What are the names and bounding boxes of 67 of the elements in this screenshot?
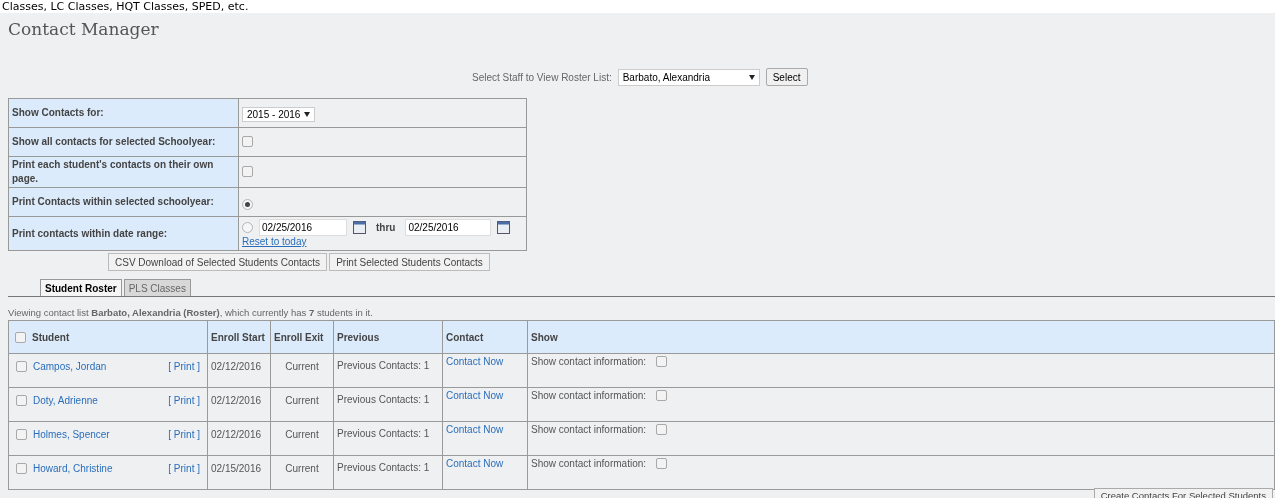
checkbox[interactable] bbox=[656, 424, 668, 435]
column-header: Show bbox=[531, 331, 558, 343]
previous-cell-text: Previous Contacts: 1 bbox=[337, 461, 431, 475]
enroll-start-cell-text: 02/12/2016 bbox=[211, 428, 263, 442]
schoolyear-select[interactable]: 2015 - 2016 bbox=[242, 107, 316, 122]
radio-button[interactable] bbox=[242, 222, 253, 233]
option-label: Print each student's contacts on their own page. bbox=[8, 156, 239, 188]
checkbox[interactable] bbox=[656, 458, 668, 469]
column-header: Contact bbox=[446, 331, 484, 343]
enroll-start-cell-text: 02/15/2016 bbox=[211, 462, 263, 476]
row-checkbox[interactable] bbox=[16, 361, 27, 372]
print-link[interactable]: [ Print ] bbox=[168, 427, 200, 442]
caret-icon bbox=[748, 74, 755, 80]
staff-label: Select Staff to View Roster List: bbox=[472, 70, 612, 85]
date-field[interactable]: 02/25/2016 bbox=[259, 219, 347, 236]
page-title: Contact Manager bbox=[8, 18, 160, 41]
top-text: Classes, LC Classes, HQT Classes, SPED, etc. bbox=[1, 0, 250, 13]
enroll-exit-cell-text: Current bbox=[284, 360, 320, 374]
enroll-exit-cell-text: Current bbox=[284, 394, 320, 408]
summary-text: Viewing contact list Barbato, Alexandria (Roster), which currently has 7 students in it. bbox=[8, 306, 374, 320]
student-link[interactable]: Holmes, Spencer bbox=[33, 427, 110, 442]
option-label: Show all contacts for selected Schoolyear: bbox=[8, 127, 239, 157]
action-button[interactable]: Print Selected Students Contacts bbox=[329, 253, 490, 271]
previous-cell-text: Previous Contacts: 1 bbox=[337, 427, 431, 441]
date-field[interactable]: 02/25/2016 bbox=[405, 219, 492, 236]
previous-cell-text: Previous Contacts: 1 bbox=[337, 359, 431, 373]
option-label: Show Contacts for: bbox=[8, 98, 239, 128]
caret-icon bbox=[304, 112, 311, 117]
print-link[interactable]: [ Print ] bbox=[168, 359, 200, 374]
column-header: Previous bbox=[337, 331, 380, 343]
row-checkbox[interactable] bbox=[16, 395, 27, 406]
enroll-exit-cell-text: Current bbox=[284, 462, 320, 476]
show-label: Show contact information: bbox=[531, 355, 647, 369]
show-label: Show contact information: bbox=[531, 389, 647, 403]
thru-label: thru bbox=[376, 221, 396, 235]
reset-link[interactable]: Reset to today bbox=[242, 236, 307, 248]
staff-select[interactable]: Barbato, Alexandria bbox=[617, 68, 760, 86]
student-link[interactable]: Howard, Christine bbox=[33, 461, 113, 476]
column-header: Enroll Exit bbox=[274, 331, 324, 343]
select-button[interactable]: Select bbox=[765, 68, 808, 86]
action-button[interactable]: CSV Download of Selected Students Contacts bbox=[108, 253, 328, 271]
student-link[interactable]: Doty, Adrienne bbox=[33, 393, 98, 408]
show-label: Show contact information: bbox=[531, 423, 647, 437]
enroll-start-cell-text: 02/12/2016 bbox=[211, 394, 263, 408]
calendar-icon[interactable] bbox=[497, 221, 511, 234]
checkbox[interactable] bbox=[242, 166, 253, 177]
calendar-icon[interactable] bbox=[353, 221, 366, 234]
print-link[interactable]: [ Print ] bbox=[168, 461, 200, 476]
select-all-checkbox[interactable] bbox=[15, 331, 26, 343]
tab[interactable]: PLS Classes bbox=[123, 279, 191, 296]
radio-button[interactable] bbox=[242, 199, 253, 210]
row-checkbox[interactable] bbox=[16, 463, 27, 474]
tab[interactable]: Student Roster bbox=[40, 279, 122, 296]
enroll-start-cell-text: 02/12/2016 bbox=[211, 360, 263, 374]
student-link[interactable]: Campos, Jordan bbox=[33, 359, 107, 374]
row-checkbox[interactable] bbox=[16, 429, 27, 440]
previous-cell-text: Previous Contacts: 1 bbox=[337, 393, 431, 407]
checkbox[interactable] bbox=[242, 136, 253, 147]
column-header: Enroll Start bbox=[211, 331, 265, 343]
enroll-exit-cell-text: Current bbox=[284, 428, 320, 442]
option-label: Print contacts within date range: bbox=[8, 216, 239, 251]
checkbox[interactable] bbox=[656, 356, 668, 367]
show-label: Show contact information: bbox=[531, 457, 647, 471]
column-header: Student bbox=[32, 330, 70, 345]
checkbox[interactable] bbox=[656, 390, 668, 401]
option-label: Print Contacts within selected schoolyear: bbox=[8, 187, 239, 217]
print-link[interactable]: [ Print ] bbox=[168, 393, 200, 408]
